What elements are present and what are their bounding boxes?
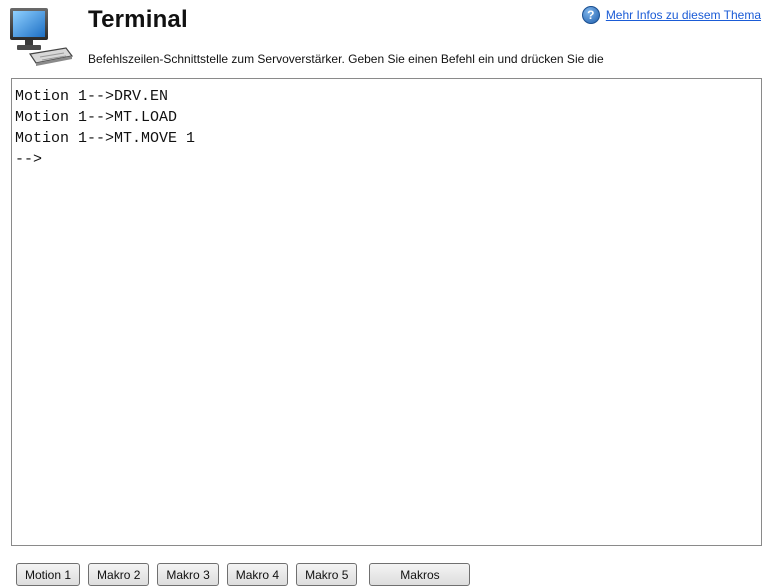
header: Terminal Befehlszeilen-Schnittstelle zum… [0,0,765,74]
page-title: Terminal [88,6,188,33]
terminal-line: Motion 1-->MT.MOVE 1 [15,130,196,147]
help-link-group[interactable]: ? Mehr Infos zu diesem Thema [581,6,761,24]
macro-3-button[interactable]: Makro 3 [157,563,219,586]
help-link[interactable]: Mehr Infos zu diesem Thema [606,8,761,22]
terminal-line: Motion 1-->DRV.EN [15,88,169,105]
macro-1-button[interactable]: Motion 1 [16,563,81,586]
macro-button-bar: Motion 1 Makro 2 Makro 3 Makro 4 Makro 5… [16,563,471,586]
page-subtitle: Befehlszeilen-Schnittstelle zum Servover… [88,52,604,66]
question-icon[interactable]: ? [581,6,600,24]
terminal-line: Motion 1-->MT.LOAD [15,109,178,126]
computer-terminal-icon [10,8,74,66]
terminal-console[interactable]: Motion 1-->DRV.EN Motion 1-->MT.LOAD Mot… [11,78,762,546]
macros-button[interactable]: Makros [369,563,471,586]
macro-2-button[interactable]: Makro 2 [88,563,150,586]
macro-4-button[interactable]: Makro 4 [226,563,289,586]
macro-5-button[interactable]: Makro 5 [296,563,358,586]
terminal-prompt[interactable]: --> [15,149,761,170]
